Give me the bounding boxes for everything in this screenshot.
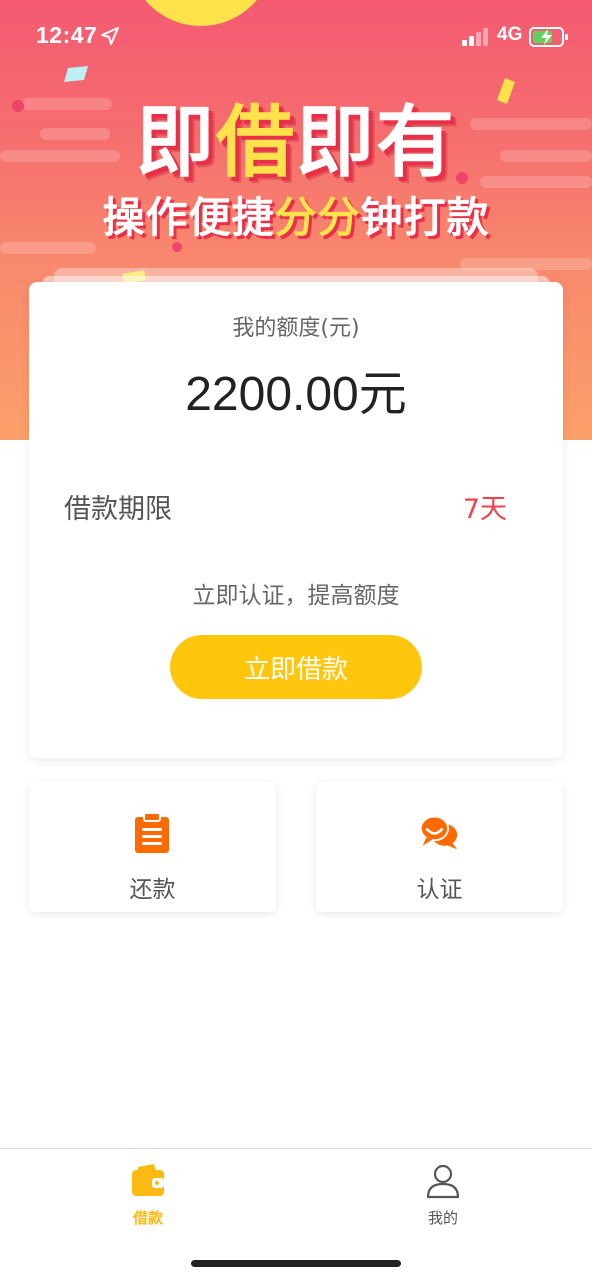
quota-card: 我的额度(元) 2200.00元 借款期限 7天 立即认证，提高额度 立即借款 [29, 282, 563, 758]
subline-part: 操作便捷 [102, 193, 275, 242]
banner-subline: 操作便捷分分钟打款 [0, 190, 592, 246]
tab-loan[interactable]: 借款 [88, 1159, 208, 1231]
borrow-now-button[interactable]: 立即借款 [170, 635, 422, 699]
wallet-icon [132, 1164, 164, 1196]
headline-char: 即 [296, 98, 377, 188]
clipboard-icon [135, 812, 169, 853]
headline-char-highlight: 借 [215, 98, 296, 188]
verify-tip: 立即认证，提高额度 [192, 583, 400, 609]
chat-bubbles-icon [419, 815, 458, 850]
subline-part: 钟打款 [360, 193, 490, 242]
headline-char: 有 [376, 98, 457, 188]
verify-tile[interactable]: 认证 [316, 782, 563, 912]
loan-term-value: 7天 [462, 494, 507, 525]
repay-tile[interactable]: 还款 [29, 782, 276, 912]
tab-mine-label: 我的 [427, 1209, 458, 1227]
quota-amount: 2200.00元 [185, 368, 407, 421]
home-indicator[interactable] [191, 1260, 401, 1267]
network-type: 4G [497, 24, 523, 45]
bottom-tab-bar: 借款 我的 [0, 1148, 592, 1280]
user-icon [426, 1164, 460, 1199]
banner-headline: 即借即有 [0, 98, 592, 188]
signal-bars-icon [462, 28, 488, 46]
status-time: 12:47 [36, 22, 98, 48]
tab-loan-label: 借款 [132, 1209, 163, 1227]
repay-label: 还款 [129, 877, 176, 903]
battery-charging-icon [529, 27, 568, 47]
loan-term-label: 借款期限 [64, 494, 172, 525]
subline-part-highlight: 分分 [274, 193, 361, 242]
verify-label: 认证 [416, 877, 463, 903]
tab-mine[interactable]: 我的 [383, 1159, 503, 1231]
headline-char: 即 [135, 98, 216, 188]
status-bar: 12:47 4G [0, 0, 592, 72]
quota-label: 我的额度(元) [232, 316, 360, 341]
location-arrow-icon [101, 27, 119, 45]
